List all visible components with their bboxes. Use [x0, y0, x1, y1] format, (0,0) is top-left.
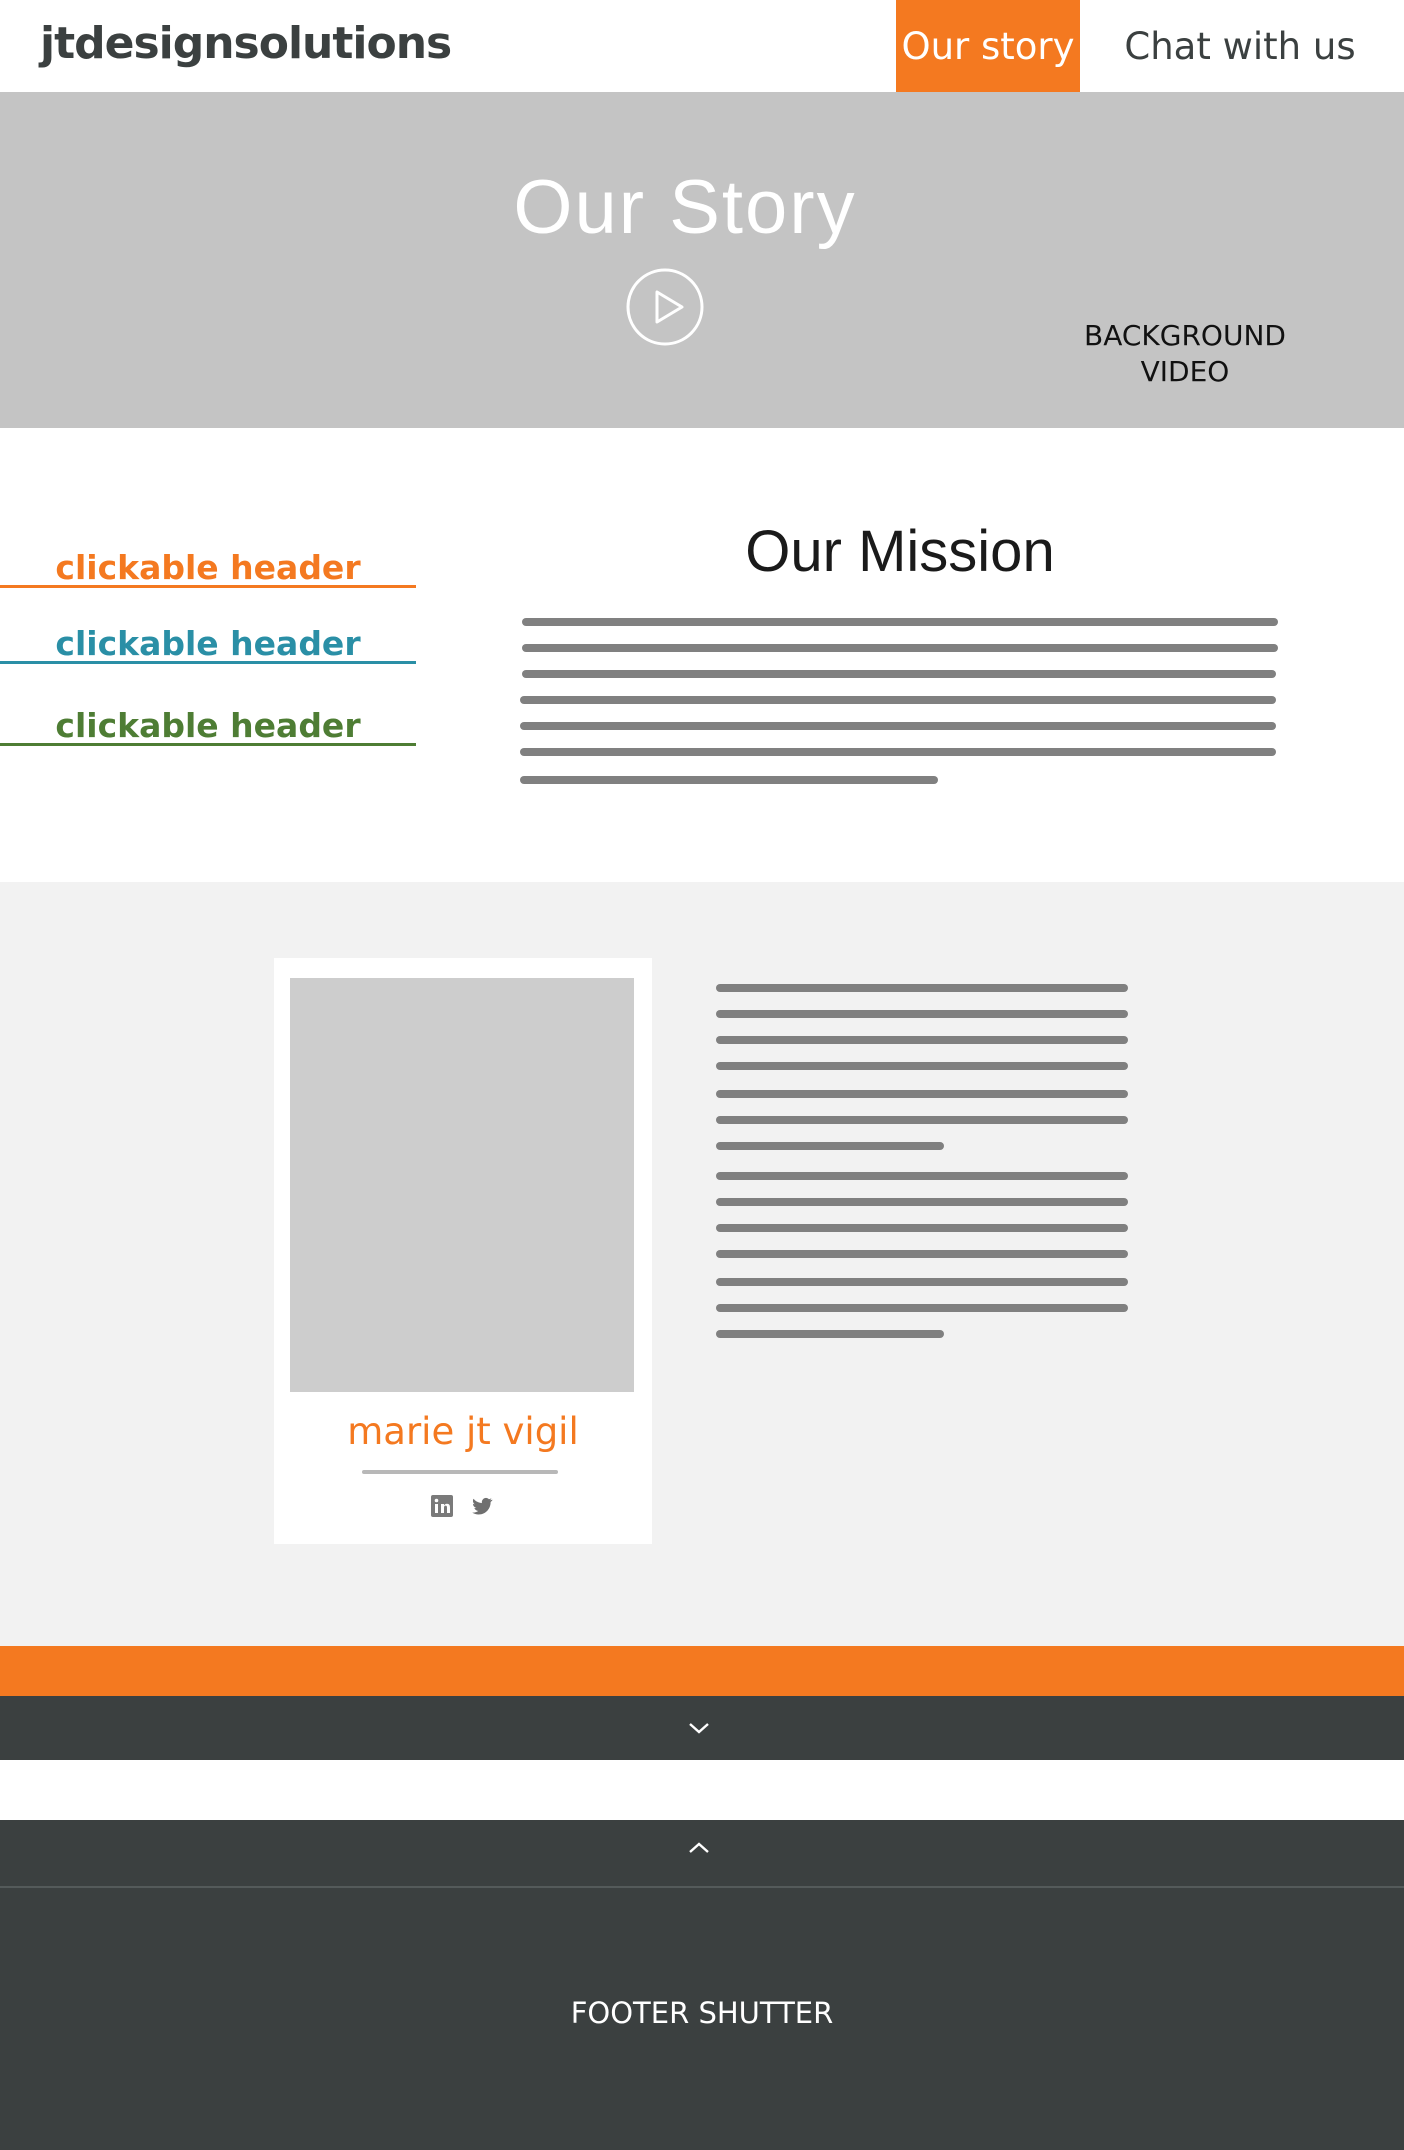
text-placeholder-line	[522, 670, 1276, 678]
text-placeholder-line	[520, 696, 1276, 704]
background-video-label-line1: BACKGROUND	[1084, 319, 1286, 352]
text-placeholder-line	[522, 644, 1278, 652]
hero-title: Our Story	[513, 165, 857, 250]
profile-name-divider	[362, 1470, 558, 1474]
text-placeholder-line	[716, 1036, 1128, 1044]
hero-video-section: Our Story BACKGROUND VIDEO	[0, 92, 1404, 428]
background-video-label-line2: VIDEO	[1140, 355, 1230, 388]
text-placeholder-line	[716, 1224, 1128, 1232]
clickable-header-green[interactable]: clickable header	[0, 706, 416, 746]
text-placeholder-line	[716, 1010, 1128, 1018]
chevron-down-icon[interactable]	[686, 1720, 712, 1736]
text-placeholder-line	[716, 1172, 1128, 1180]
text-placeholder-line	[520, 722, 1276, 730]
text-placeholder-line	[716, 1062, 1128, 1070]
twitter-icon[interactable]	[470, 1494, 494, 1518]
brand-logo[interactable]: jtdesignsolutions	[40, 18, 452, 69]
top-navigation: jtdesignsolutions Our story Chat with us	[0, 0, 1404, 92]
text-placeholder-line	[716, 1116, 1128, 1124]
play-circle-icon[interactable]	[626, 268, 704, 346]
profile-name: marie jt vigil	[347, 1410, 579, 1453]
background-video-label: BACKGROUND VIDEO	[1060, 318, 1310, 390]
text-placeholder-line	[716, 1304, 1128, 1312]
clickable-header-label: clickable header	[55, 706, 361, 745]
clickable-header-orange[interactable]: clickable header	[0, 548, 416, 588]
footer-shutter	[0, 1820, 1404, 2150]
text-placeholder-line	[716, 984, 1128, 992]
text-placeholder-line	[522, 618, 1278, 626]
clickable-header-label: clickable header	[55, 548, 361, 587]
text-placeholder-line	[716, 1090, 1128, 1098]
footer-shutter-label: FOOTER SHUTTER	[570, 1996, 834, 2030]
accent-band	[0, 1646, 1404, 1696]
nav-our-story[interactable]: Our story	[896, 0, 1080, 92]
text-placeholder-line	[716, 1142, 944, 1150]
text-placeholder-line	[716, 1198, 1128, 1206]
mission-title: Our Mission	[745, 519, 1055, 584]
text-placeholder-line	[520, 748, 1276, 756]
nav-chat-with-us[interactable]: Chat with us	[1100, 0, 1380, 92]
profile-photo	[290, 978, 634, 1392]
linkedin-icon[interactable]	[430, 1494, 454, 1518]
team-section	[0, 882, 1404, 1646]
collapse-bar[interactable]	[0, 1696, 1404, 1760]
text-placeholder-line	[716, 1250, 1128, 1258]
chevron-up-icon[interactable]	[686, 1840, 712, 1856]
text-placeholder-line	[716, 1278, 1128, 1286]
footer-divider	[0, 1886, 1404, 1888]
clickable-header-teal[interactable]: clickable header	[0, 624, 416, 664]
text-placeholder-line	[716, 1330, 944, 1338]
text-placeholder-line	[520, 776, 938, 784]
clickable-header-label: clickable header	[55, 624, 361, 663]
